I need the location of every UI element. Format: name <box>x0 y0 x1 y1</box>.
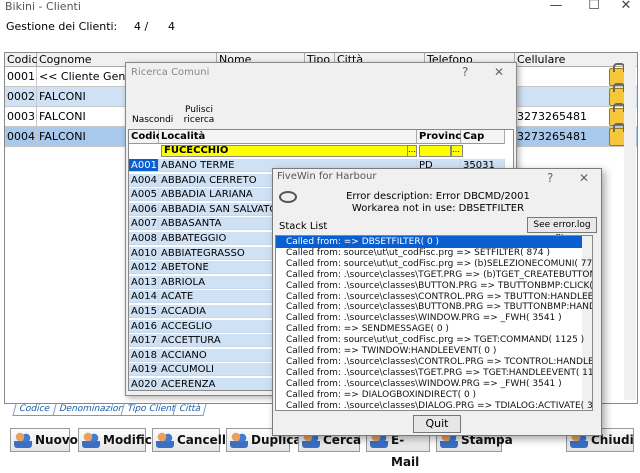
cell-codice: A008 <box>129 232 159 245</box>
cell-codice: A012 <box>129 261 159 275</box>
email-label: E-Mail <box>391 433 420 469</box>
tab-codice[interactable]: Codice <box>12 404 57 416</box>
cell-codice: A006 <box>129 202 159 216</box>
edit-user-icon <box>82 432 100 448</box>
delete-user-icon <box>156 432 174 448</box>
add-user-icon <box>14 432 32 448</box>
error-workarea: Workarea not in use: DBSETFILTER <box>351 203 525 214</box>
ricerca-close-button[interactable]: ✕ <box>494 65 504 79</box>
see-log-button[interactable]: See error.log file <box>527 217 597 244</box>
ricerca-title: Ricerca Comuni <box>131 67 210 78</box>
grid-scrollbar[interactable] <box>624 62 636 400</box>
col-header-codice[interactable]: Codic <box>129 130 162 144</box>
hide-button[interactable]: Nascondi <box>132 115 173 125</box>
stack-line[interactable]: Called from: .\source\classes\DIALOG.PRG… <box>286 400 592 411</box>
header-label: Gestione dei Clienti: <box>6 20 118 33</box>
window-titlebar: Bikini - Clienti — ☐ ✕ <box>0 0 640 14</box>
duplicate-user-icon <box>230 432 248 448</box>
error-title: FiveWin for Harbour <box>277 171 377 182</box>
filter-dots-icon[interactable]: … <box>407 145 417 157</box>
cell-codice: A018 <box>129 348 159 362</box>
maximize-button[interactable]: ☐ <box>582 0 606 14</box>
cell-codice: A014 <box>129 290 159 304</box>
error-dialog: FiveWin for Harbour ? ✕ Error descriptio… <box>272 168 602 436</box>
cell-codice: A020 <box>129 378 159 390</box>
col-header-cap[interactable]: Cap <box>461 130 505 144</box>
col-header-localita[interactable]: Località <box>159 130 417 144</box>
cell-codice: A016 <box>129 319 159 333</box>
cell-codice: A015 <box>129 305 159 318</box>
window-title: Bikini - Clienti <box>5 0 81 13</box>
error-description: Error description: Error DBCMD/2001 <box>346 191 530 202</box>
record-current: 4 / <box>134 20 149 33</box>
provincia-filter-input[interactable] <box>419 145 451 157</box>
cell-codice: A007 <box>129 217 159 231</box>
cell-code: 0001 <box>5 67 37 87</box>
record-total: 4 <box>168 20 175 33</box>
cell-codice: A010 <box>129 246 159 260</box>
delete-button[interactable]: Cancella <box>152 428 234 452</box>
new-label: Nuovo <box>35 433 78 447</box>
error-close-button[interactable]: ✕ <box>579 171 589 185</box>
ricerca-help-button[interactable]: ? <box>462 65 468 79</box>
stack-list[interactable]: Called from: => DBSETFILTER( 0 ) Called f… <box>275 235 593 411</box>
cell-code: 0002 <box>5 87 37 107</box>
cell-mobile: 3273265481 <box>515 107 615 127</box>
cell-codice: A017 <box>129 334 159 348</box>
clear-search-button[interactable]: Pulisci ricerca <box>182 105 216 125</box>
quit-button[interactable]: Quit <box>413 415 461 433</box>
tab-citta[interactable]: Città <box>172 404 207 416</box>
cell-codice: A004 <box>129 173 159 187</box>
cell-codice: A019 <box>129 363 159 377</box>
minimize-button[interactable]: — <box>544 0 568 14</box>
stack-list-label: Stack List <box>279 221 328 232</box>
filter-lookup-icon[interactable]: … <box>451 145 463 157</box>
cell-mobile: 3273265481 <box>515 127 615 147</box>
new-button[interactable]: Nuovo <box>10 428 78 452</box>
cell-code: 0004 <box>5 127 37 147</box>
close-button[interactable]: ✕ <box>614 0 638 14</box>
cell-codice: A013 <box>129 275 159 289</box>
localita-filter-input[interactable]: FUCECCHIO <box>161 145 415 157</box>
cell-codice: A005 <box>129 188 159 202</box>
cell-code: 0003 <box>5 107 37 127</box>
lock-icon <box>609 123 625 146</box>
cell-codice: A001 <box>129 159 159 172</box>
edit-button[interactable]: Modifica <box>78 428 160 452</box>
col-header-code[interactable]: Codic <box>5 53 38 67</box>
error-help-button[interactable]: ? <box>547 171 553 185</box>
col-header-provincia[interactable]: Provincia <box>417 130 471 144</box>
